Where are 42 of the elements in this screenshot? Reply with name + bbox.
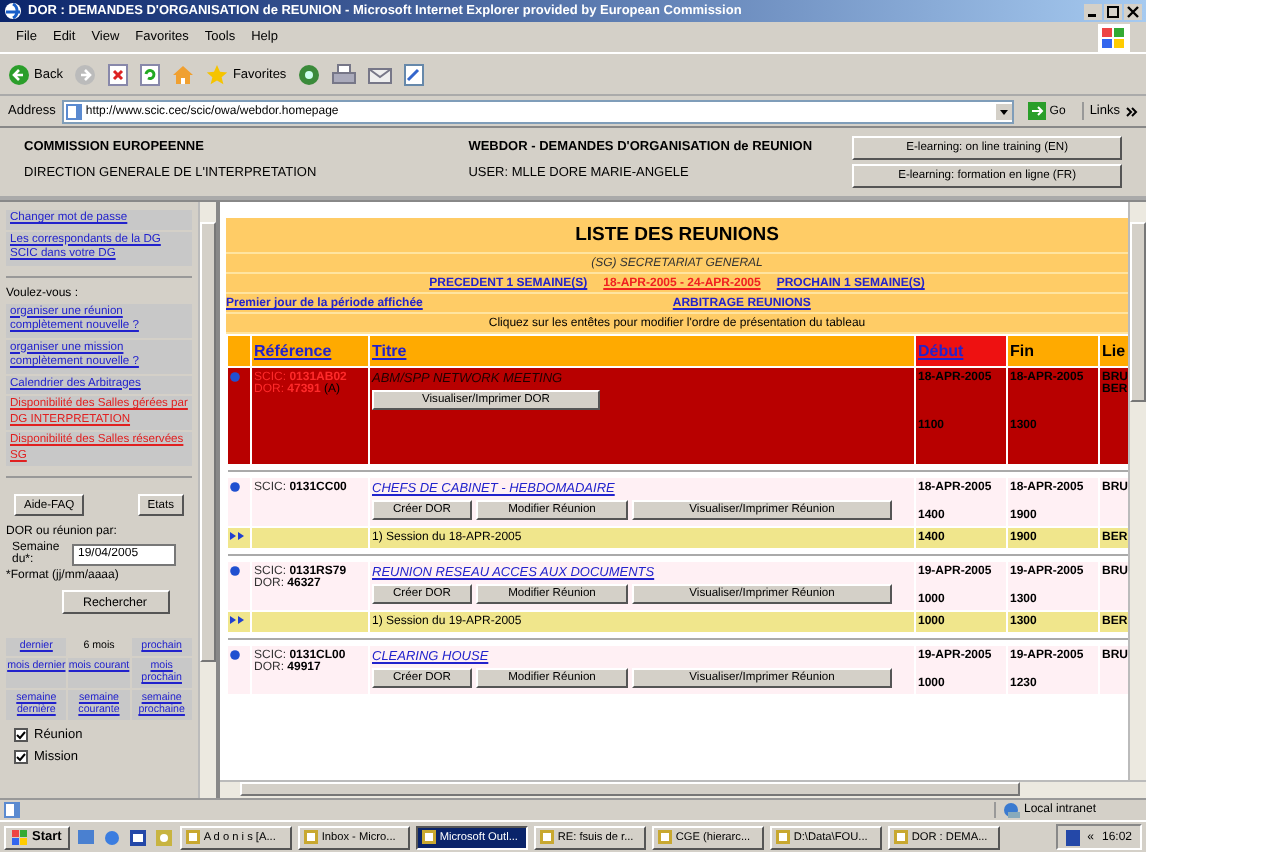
go-arrow-icon (1027, 102, 1046, 120)
checkbox[interactable] (14, 727, 28, 741)
media-icon[interactable] (298, 63, 321, 85)
refresh-icon[interactable] (140, 63, 161, 85)
minimize-icon[interactable] (1084, 3, 1102, 19)
printer-icon[interactable] (332, 63, 357, 85)
mail-icon[interactable] (368, 63, 393, 85)
window-icon[interactable] (129, 829, 146, 845)
intranet-icon (1002, 802, 1020, 818)
column-header-link[interactable]: Titre (372, 342, 407, 360)
double-arrow-icon[interactable] (230, 616, 244, 624)
dropdown-arrow-icon[interactable] (995, 103, 1012, 119)
app-icon (303, 830, 318, 844)
app-icon (775, 830, 790, 844)
horizontal-scrollbar[interactable] (220, 780, 1146, 798)
page-icon (65, 103, 82, 119)
windows-logo-icon (12, 829, 28, 845)
browser-icon[interactable] (103, 829, 120, 845)
column-header[interactable]: Fin (1010, 342, 1034, 360)
app-icon (893, 830, 908, 844)
bullet-icon (230, 566, 240, 576)
ie-icon (4, 2, 22, 20)
bullet-icon (230, 482, 240, 492)
close-icon[interactable] (1124, 3, 1142, 19)
app-icon (421, 830, 436, 844)
double-arrow-icon[interactable] (230, 532, 244, 540)
scrollbar[interactable] (1128, 202, 1146, 780)
edit-icon[interactable] (404, 63, 425, 85)
app-icon (539, 830, 554, 844)
scrollbar[interactable] (198, 202, 216, 798)
back-arrow-icon (8, 63, 30, 85)
star-icon (206, 63, 229, 85)
tray-icon[interactable] (1065, 829, 1080, 845)
bullet-icon (230, 650, 240, 660)
desktop-icon[interactable] (77, 829, 94, 845)
stop-icon[interactable] (108, 63, 129, 85)
app-icon (185, 830, 200, 844)
maximize-icon[interactable] (1104, 3, 1122, 19)
checkbox[interactable] (14, 749, 28, 763)
bullet-icon (230, 372, 240, 382)
app-icon (657, 830, 672, 844)
chevron-icon[interactable] (1126, 105, 1138, 117)
